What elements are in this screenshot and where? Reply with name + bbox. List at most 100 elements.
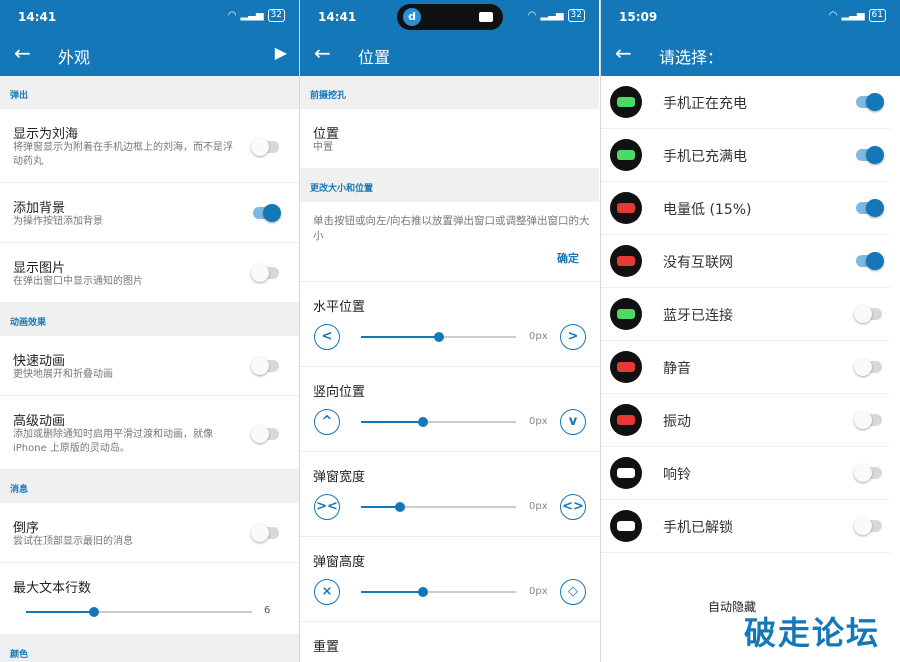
trigger-item[interactable]: 响铃 bbox=[601, 447, 890, 500]
slider-thumb[interactable] bbox=[418, 417, 428, 427]
slider-title: 水平位置 bbox=[313, 300, 366, 315]
toggle-knob bbox=[866, 146, 884, 164]
position-slider[interactable] bbox=[361, 502, 516, 512]
section-animation: 动画效果 bbox=[0, 303, 299, 336]
app-bar: ← 请选择： bbox=[601, 32, 900, 76]
decrease-button[interactable]: ^ bbox=[314, 409, 340, 435]
increase-button[interactable]: <> bbox=[560, 494, 586, 520]
trigger-toggle[interactable] bbox=[854, 517, 882, 535]
trigger-toggle[interactable] bbox=[856, 93, 884, 111]
appearance-screen: 14:41 ◠ ▂▃▅ 32 ← 外观 ▶ 弹出 显示为刘海 将弹窗显示为附着在… bbox=[0, 0, 299, 662]
status-icons: ◠ ▂▃▅ 61 bbox=[829, 9, 886, 22]
setting-max-lines: 最大文本行数 6 bbox=[0, 563, 299, 635]
trigger-label: 静音 bbox=[663, 361, 691, 377]
trigger-label: 电量低 (15%) bbox=[663, 202, 752, 218]
setting-title: 添加背景 bbox=[13, 201, 66, 216]
app-icon: d bbox=[403, 8, 421, 26]
slider-row: 弹窗宽度 >< 0px <> bbox=[300, 452, 599, 537]
signal-icon: ▂▃▅ bbox=[240, 10, 264, 21]
dynamic-island-pill[interactable]: d bbox=[397, 4, 503, 30]
reverse-toggle[interactable] bbox=[251, 524, 279, 542]
status-time: 15:09 bbox=[619, 10, 658, 24]
increase-button[interactable]: v bbox=[560, 409, 586, 435]
slider-title: 竖向位置 bbox=[313, 385, 366, 400]
max-lines-slider[interactable] bbox=[26, 607, 252, 617]
signal-icon: ▂▃▅ bbox=[540, 10, 564, 21]
reset-row[interactable]: 重置 bbox=[300, 622, 599, 662]
trigger-label: 响铃 bbox=[663, 467, 691, 483]
setting-reverse[interactable]: 倒序 尝试在顶部显示最旧的消息 bbox=[0, 503, 299, 563]
trigger-item[interactable]: 电量低 (15%) bbox=[601, 182, 890, 235]
wifi-icon: ◠ bbox=[828, 10, 838, 21]
trigger-toggle[interactable] bbox=[854, 411, 882, 429]
battery-charging-icon bbox=[610, 86, 642, 118]
confirm-button[interactable]: 确定 bbox=[557, 250, 579, 266]
increase-button[interactable]: > bbox=[560, 324, 586, 350]
trigger-list: 手机正在充电 手机已充满电电量低 (15%) 没有互联网 蓝牙已连接静音振动响铃手机已… bbox=[601, 76, 900, 553]
battery-icon: 32 bbox=[567, 9, 585, 22]
slider-thumb[interactable] bbox=[418, 587, 428, 597]
back-arrow-icon[interactable]: ← bbox=[615, 42, 632, 64]
trigger-toggle[interactable] bbox=[856, 146, 884, 164]
setting-advanced-animation[interactable]: 高级动画 添加或删除通知时启用平滑过渡和动画，就像 iPhone 上原版的灵动岛… bbox=[0, 396, 299, 470]
play-icon[interactable]: ▶ bbox=[275, 43, 287, 62]
notch-toggle[interactable] bbox=[251, 138, 279, 156]
trigger-toggle[interactable] bbox=[854, 464, 882, 482]
no-wifi-icon bbox=[610, 245, 642, 277]
status-bar: 14:41 ◠ ▂▃▅ 32 bbox=[0, 0, 299, 32]
slider-thumb[interactable] bbox=[88, 607, 99, 617]
advanced-animation-toggle[interactable] bbox=[251, 425, 279, 443]
setting-title: 显示为刘海 bbox=[13, 127, 79, 142]
page-title: 位置 bbox=[358, 48, 391, 67]
trigger-label: 手机已解锁 bbox=[663, 520, 733, 536]
resize-hint-row: 单击按钮或向左/向右推以放置弹出窗口或调整弹出窗口的大小 确定 bbox=[300, 202, 599, 282]
slider-row: 竖向位置 ^ 0px v bbox=[300, 367, 599, 452]
toggle-knob bbox=[866, 199, 884, 217]
slider-thumb[interactable] bbox=[433, 332, 444, 342]
setting-subtitle: 在弹出窗口中显示通知的图片 bbox=[13, 276, 143, 287]
hint-text: 单击按钮或向左/向右推以放置弹出窗口或调整弹出窗口的大小 bbox=[313, 215, 590, 242]
slider-value: 0px bbox=[529, 586, 548, 597]
decrease-button[interactable]: >< bbox=[314, 494, 340, 520]
trigger-toggle[interactable] bbox=[856, 252, 884, 270]
trigger-item[interactable]: 手机正在充电 bbox=[601, 76, 890, 129]
trigger-item[interactable]: 手机已解锁 bbox=[601, 500, 890, 553]
status-time: 14:41 bbox=[318, 10, 357, 24]
position-slider[interactable] bbox=[361, 587, 516, 597]
trigger-toggle[interactable] bbox=[854, 358, 882, 376]
status-bar: 15:09 ◠ ▂▃▅ 61 bbox=[601, 0, 900, 32]
page-title: 外观 bbox=[58, 48, 91, 67]
setting-image[interactable]: 显示图片 在弹出窗口中显示通知的图片 bbox=[0, 243, 299, 303]
position-setting[interactable]: 位置 中置 bbox=[300, 109, 599, 169]
position-slider[interactable] bbox=[361, 417, 516, 427]
slider-thumb[interactable] bbox=[394, 502, 405, 512]
fast-animation-toggle[interactable] bbox=[251, 357, 279, 375]
image-toggle[interactable] bbox=[251, 264, 279, 282]
toggle-knob bbox=[854, 517, 872, 535]
back-arrow-icon[interactable]: ← bbox=[314, 42, 331, 64]
slider-value: 0px bbox=[529, 331, 548, 342]
trigger-item[interactable]: 手机已充满电 bbox=[601, 129, 890, 182]
setting-background[interactable]: 添加背景 为操作按钮添加背景 bbox=[0, 183, 299, 243]
trigger-item[interactable]: 静音 bbox=[601, 341, 890, 394]
setting-fast-animation[interactable]: 快速动画 更快地展开和折叠动画 bbox=[0, 336, 299, 396]
trigger-toggle[interactable] bbox=[854, 305, 882, 323]
position-screen: 14:41 d ◠ ▂▃▅ 32 ← 位置 前摄挖孔 位置 中置 更改大小和位置… bbox=[300, 0, 599, 662]
increase-button[interactable]: ◇ bbox=[560, 579, 586, 605]
watermark: 破走论坛 bbox=[743, 614, 880, 652]
background-toggle[interactable] bbox=[253, 204, 281, 222]
app-bar: ← 外观 ▶ bbox=[0, 32, 299, 76]
trigger-item[interactable]: 没有互联网 bbox=[601, 235, 890, 288]
setting-notch[interactable]: 显示为刘海 将弹窗显示为附着在手机边框上的刘海，而不是浮动药丸 bbox=[0, 109, 299, 183]
decrease-button[interactable]: < bbox=[314, 324, 340, 350]
back-arrow-icon[interactable]: ← bbox=[14, 42, 31, 64]
trigger-item[interactable]: 蓝牙已连接 bbox=[601, 288, 890, 341]
decrease-button[interactable]: ⨯ bbox=[314, 579, 340, 605]
status-icons: ◠ ▂▃▅ 32 bbox=[228, 9, 285, 22]
battery-icon: 61 bbox=[868, 9, 886, 22]
reset-button[interactable]: 重置 bbox=[313, 636, 339, 655]
trigger-item[interactable]: 振动 bbox=[601, 394, 890, 447]
position-slider[interactable] bbox=[361, 332, 516, 342]
trigger-toggle[interactable] bbox=[856, 199, 884, 217]
slider-fill bbox=[361, 336, 439, 338]
